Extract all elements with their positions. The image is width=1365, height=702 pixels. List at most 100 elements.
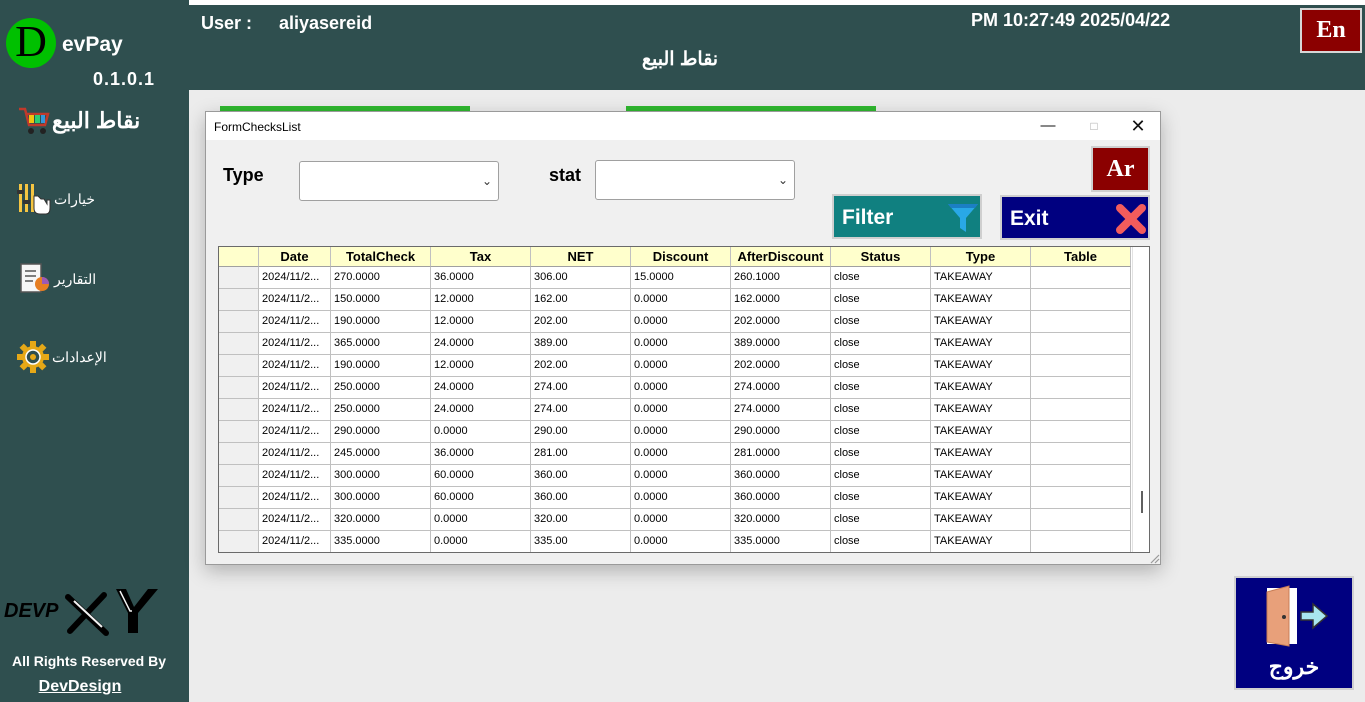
cell-status[interactable]: close — [831, 531, 931, 552]
cell-type[interactable]: TAKEAWAY — [931, 465, 1031, 487]
cell-afterdiscount[interactable]: 274.0000 — [731, 377, 831, 399]
cell-net[interactable]: 360.00 — [531, 487, 631, 509]
cell-totalcheck[interactable]: 320.0000 — [331, 509, 431, 531]
table-row[interactable]: 2024/11/2... 300.0000 60.0000 360.00 0.0000 3… — [219, 465, 1132, 487]
type-dropdown[interactable]: ⌄ — [299, 161, 499, 201]
cell-totalcheck[interactable]: 270.0000 — [331, 267, 431, 289]
cell-type[interactable]: TAKEAWAY — [931, 311, 1031, 333]
cell-afterdiscount[interactable]: 389.0000 — [731, 333, 831, 355]
cell-status[interactable]: close — [831, 377, 931, 399]
main-exit-button[interactable]: خروج — [1234, 576, 1354, 690]
row-header[interactable] — [219, 311, 259, 333]
cell-tax[interactable]: 12.0000 — [431, 311, 531, 333]
table-row[interactable]: 2024/11/2... 250.0000 24.0000 274.00 0.0000 2… — [219, 399, 1132, 421]
cell-net[interactable]: 389.00 — [531, 333, 631, 355]
table-row[interactable]: 2024/11/2... 190.0000 12.0000 202.00 0.0000 2… — [219, 355, 1132, 377]
cell-net[interactable]: 274.00 — [531, 399, 631, 421]
cell-tax[interactable]: 24.0000 — [431, 399, 531, 421]
row-header[interactable] — [219, 465, 259, 487]
table-row[interactable]: 2024/11/2... 150.0000 12.0000 162.00 0.0000 1… — [219, 289, 1132, 311]
table-row[interactable]: 2024/11/2... 190.0000 12.0000 202.00 0.0000 2… — [219, 311, 1132, 333]
table-row[interactable]: 2024/11/2... 290.0000 0.0000 290.00 0.0000 29… — [219, 421, 1132, 443]
cell-afterdiscount[interactable]: 260.1000 — [731, 267, 831, 289]
window-titlebar[interactable]: FormChecksList — □ ✕ — [206, 112, 1160, 140]
column-header-net[interactable]: NET — [531, 247, 631, 267]
row-header[interactable] — [219, 421, 259, 443]
cell-table[interactable] — [1031, 421, 1131, 443]
row-header[interactable] — [219, 531, 259, 552]
cell-table[interactable] — [1031, 333, 1131, 355]
cell-type[interactable]: TAKEAWAY — [931, 531, 1031, 552]
cell-net[interactable]: 281.00 — [531, 443, 631, 465]
column-header-tax[interactable]: Tax — [431, 247, 531, 267]
cell-type[interactable]: TAKEAWAY — [931, 399, 1031, 421]
cell-discount[interactable]: 0.0000 — [631, 289, 731, 311]
row-header[interactable] — [219, 289, 259, 311]
table-row[interactable]: 2024/11/2... 320.0000 0.0000 320.00 0.0000 32… — [219, 509, 1132, 531]
cell-tax[interactable]: 60.0000 — [431, 465, 531, 487]
row-header[interactable] — [219, 399, 259, 421]
row-header[interactable] — [219, 487, 259, 509]
cell-afterdiscount[interactable]: 360.0000 — [731, 487, 831, 509]
cell-net[interactable]: 335.00 — [531, 531, 631, 552]
cell-afterdiscount[interactable]: 274.0000 — [731, 399, 831, 421]
cell-status[interactable]: close — [831, 267, 931, 289]
cell-tax[interactable]: 24.0000 — [431, 377, 531, 399]
cell-discount[interactable]: 0.0000 — [631, 443, 731, 465]
language-ar-button[interactable]: Ar — [1091, 146, 1150, 192]
cell-table[interactable] — [1031, 377, 1131, 399]
cell-discount[interactable]: 15.0000 — [631, 267, 731, 289]
cell-status[interactable]: close — [831, 289, 931, 311]
cell-date[interactable]: 2024/11/2... — [259, 311, 331, 333]
cell-table[interactable] — [1031, 465, 1131, 487]
cell-totalcheck[interactable]: 365.0000 — [331, 333, 431, 355]
cell-date[interactable]: 2024/11/2... — [259, 333, 331, 355]
cell-net[interactable]: 202.00 — [531, 311, 631, 333]
language-en-button[interactable]: En — [1300, 8, 1362, 53]
cell-totalcheck[interactable]: 190.0000 — [331, 311, 431, 333]
cell-totalcheck[interactable]: 250.0000 — [331, 377, 431, 399]
filter-button[interactable]: Filter — [832, 194, 982, 239]
minimize-icon[interactable]: — — [1026, 114, 1070, 138]
row-header[interactable] — [219, 377, 259, 399]
row-header[interactable] — [219, 509, 259, 531]
cell-totalcheck[interactable]: 290.0000 — [331, 421, 431, 443]
column-header-type[interactable]: Type — [931, 247, 1031, 267]
cell-afterdiscount[interactable]: 290.0000 — [731, 421, 831, 443]
cell-tax[interactable]: 60.0000 — [431, 487, 531, 509]
stat-dropdown[interactable]: ⌄ — [595, 160, 795, 200]
cell-net[interactable]: 320.00 — [531, 509, 631, 531]
column-header-table[interactable]: Table — [1031, 247, 1131, 267]
cell-afterdiscount[interactable]: 360.0000 — [731, 465, 831, 487]
cell-type[interactable]: TAKEAWAY — [931, 509, 1031, 531]
table-row[interactable]: 2024/11/2... 270.0000 36.0000 306.00 15.0000… — [219, 267, 1132, 289]
column-header-status[interactable]: Status — [831, 247, 931, 267]
cell-status[interactable]: close — [831, 333, 931, 355]
cell-date[interactable]: 2024/11/2... — [259, 377, 331, 399]
cell-type[interactable]: TAKEAWAY — [931, 487, 1031, 509]
cell-tax[interactable]: 24.0000 — [431, 333, 531, 355]
checks-table[interactable]: Date TotalCheck Tax NET Discount AfterDiscoun… — [218, 246, 1150, 553]
sidebar-item-options[interactable]: خيارات — [16, 182, 95, 216]
cell-table[interactable] — [1031, 267, 1131, 289]
cell-type[interactable]: TAKEAWAY — [931, 355, 1031, 377]
cell-discount[interactable]: 0.0000 — [631, 465, 731, 487]
devdesign-link[interactable]: DevDesign — [0, 678, 160, 696]
cell-totalcheck[interactable]: 250.0000 — [331, 399, 431, 421]
cell-discount[interactable]: 0.0000 — [631, 333, 731, 355]
cell-totalcheck[interactable]: 150.0000 — [331, 289, 431, 311]
cell-table[interactable] — [1031, 355, 1131, 377]
cell-afterdiscount[interactable]: 202.0000 — [731, 311, 831, 333]
column-header-afterdiscount[interactable]: AfterDiscount — [731, 247, 831, 267]
cell-status[interactable]: close — [831, 421, 931, 443]
cell-net[interactable]: 306.00 — [531, 267, 631, 289]
cell-totalcheck[interactable]: 190.0000 — [331, 355, 431, 377]
cell-date[interactable]: 2024/11/2... — [259, 355, 331, 377]
cell-discount[interactable]: 0.0000 — [631, 355, 731, 377]
table-row[interactable]: 2024/11/2... 300.0000 60.0000 360.00 0.0000 3… — [219, 487, 1132, 509]
cell-discount[interactable]: 0.0000 — [631, 311, 731, 333]
vertical-scrollbar[interactable] — [1132, 247, 1149, 552]
cell-discount[interactable]: 0.0000 — [631, 421, 731, 443]
cell-discount[interactable]: 0.0000 — [631, 531, 731, 552]
cell-date[interactable]: 2024/11/2... — [259, 487, 331, 509]
